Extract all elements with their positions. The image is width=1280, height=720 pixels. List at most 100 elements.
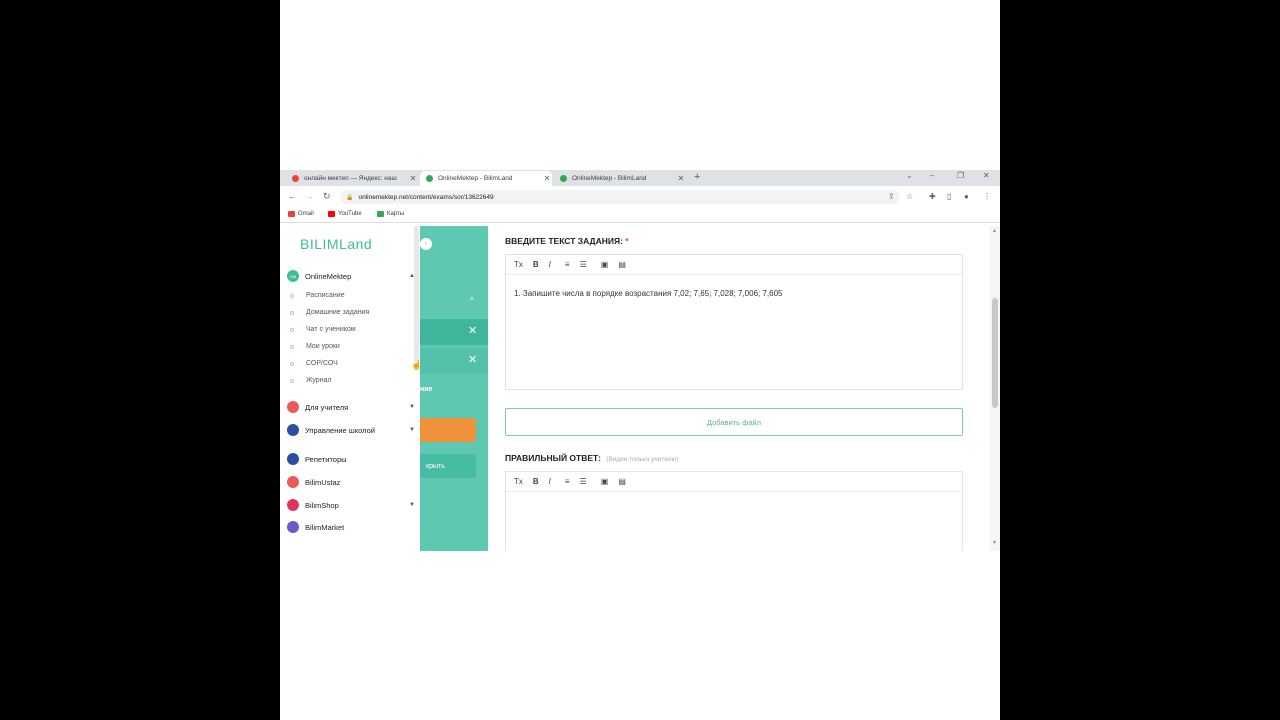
minimize-icon[interactable]: –	[930, 171, 934, 180]
bold-icon[interactable]: B	[533, 477, 539, 486]
restore-icon[interactable]: ❐	[957, 171, 964, 180]
nav-item-label: Чат с учеником	[306, 326, 356, 333]
media-icon[interactable]: ▤	[618, 477, 626, 486]
share-icon[interactable]: ⇪	[888, 192, 895, 201]
add-file-button[interactable]: Добавить файл	[505, 408, 963, 436]
collapse-sidebar-button[interactable]: ‹	[420, 238, 432, 250]
nav-item-label: Домашние задания	[306, 309, 370, 316]
clear-format-icon[interactable]: Tx	[514, 260, 523, 269]
bookmark-star-icon[interactable]: ☆	[906, 192, 913, 201]
close-window-icon[interactable]: ✕	[983, 171, 990, 180]
close-tab-icon[interactable]: ✕	[542, 174, 552, 183]
bullet-icon	[290, 344, 294, 349]
nav-group-label: BilimShop	[305, 500, 339, 510]
tab-title: OnlineMektep - BilimLand	[572, 175, 647, 182]
task-text[interactable]: 1. Запишите числа в порядке возрастания …	[506, 275, 962, 312]
video-frame: онлайн мектеп — Яндекс: наш ✕ OnlineMekt…	[280, 0, 1000, 720]
bilimustaz-icon	[287, 476, 299, 488]
nav-group-tutors[interactable]: Репетиторы	[287, 453, 415, 465]
tab-yandex[interactable]: онлайн мектеп — Яндекс: наш ✕	[286, 171, 418, 186]
task-label-text: ВВЕДИТЕ ТЕКСТ ЗАДАНИЯ:	[505, 236, 623, 246]
browser-toolbar: ← → ↻ 🔒 onlinemektep.net/content/exams/s…	[280, 186, 1000, 208]
tab-onlinemektep[interactable]: OnlineMektep - BilimLand ✕	[554, 171, 686, 186]
close-tab-icon[interactable]: ✕	[408, 174, 418, 183]
bullet-icon	[290, 327, 294, 332]
menu-icon[interactable]: ⋮	[983, 192, 991, 201]
close-icon[interactable]: ✕	[468, 324, 477, 337]
bookmark-youtube[interactable]: YouTube	[328, 211, 362, 217]
nav-item-lessons[interactable]: Мои уроки	[290, 343, 340, 350]
open-button[interactable]: крыть	[420, 454, 476, 478]
bookmark-maps[interactable]: Карты	[377, 211, 404, 217]
page-scrollbar[interactable]: ▲ ▼	[990, 226, 1000, 551]
bookmark-label: Gmail	[298, 211, 314, 217]
reload-icon[interactable]: ↻	[323, 191, 331, 202]
task-label: ВВЕДИТЕ ТЕКСТ ЗАДАНИЯ: *	[505, 236, 629, 246]
answer-label-text: ПРАВИЛЬНЫЙ ОТВЕТ:	[505, 453, 601, 463]
nav-group-bilimustaz[interactable]: BilimUstaz	[287, 476, 415, 488]
sidepanel-icon[interactable]: ▯	[947, 192, 951, 201]
task-editor[interactable]: Tx B I ≡ ☰ ▣ ▤ 1. Запишите числа в поряд…	[505, 254, 963, 390]
extensions-icon[interactable]: ✚	[929, 192, 936, 201]
chevron-down-icon: ▼	[409, 404, 415, 410]
chevron-up-icon[interactable]: ^	[470, 296, 474, 305]
gmail-icon	[288, 211, 295, 217]
nav-group-for-teacher[interactable]: Для учителя ▼	[287, 401, 415, 413]
sidebar: BILIMLand OM OnlineMektep ▲ Расписание Д…	[280, 226, 420, 551]
scroll-up-icon[interactable]: ▲	[992, 228, 997, 234]
answer-label: ПРАВИЛЬНЫЙ ОТВЕТ: (Виден только учителю)	[505, 453, 679, 463]
onlinemektep-icon: OM	[287, 270, 299, 282]
sidebar-scrollbar[interactable]	[414, 226, 419, 366]
youtube-icon	[328, 211, 335, 217]
scroll-thumb[interactable]	[992, 298, 998, 408]
italic-icon[interactable]: I	[549, 477, 551, 486]
bookmark-label: YouTube	[338, 211, 362, 217]
bilimland-favicon-icon	[426, 175, 433, 182]
bullet-list-icon[interactable]: ☰	[580, 477, 587, 486]
nav-item-chat[interactable]: Чат с учеником	[290, 326, 356, 333]
nav-group-label: Репетиторы	[305, 454, 347, 464]
nav-group-label: OnlineMektep	[305, 271, 352, 281]
bookmarks-bar: Gmail YouTube Карты	[280, 208, 1000, 223]
scroll-down-icon[interactable]: ▼	[992, 540, 997, 546]
bullet-list-icon[interactable]: ☰	[580, 260, 587, 269]
bilimland-logo[interactable]: BILIMLand	[300, 236, 372, 252]
image-icon[interactable]: ▣	[601, 477, 609, 486]
close-tab-icon[interactable]: ✕	[676, 174, 686, 183]
media-icon[interactable]: ▤	[618, 260, 626, 269]
nav-item-homework[interactable]: Домашние задания	[290, 309, 369, 316]
nav-group-school-management[interactable]: Управление школой ▼	[287, 424, 415, 436]
browser-window: онлайн мектеп — Яндекс: наш ✕ OnlineMekt…	[280, 170, 1000, 551]
bullet-icon	[290, 293, 294, 298]
nav-group-label: Управление школой	[305, 425, 375, 435]
nav-item-schedule[interactable]: Расписание	[290, 292, 345, 299]
tab-search-icon[interactable]: ⌄	[906, 171, 913, 180]
image-icon[interactable]: ▣	[601, 260, 609, 269]
nav-group-label: Для учителя	[305, 402, 349, 412]
nav-item-sor-soch[interactable]: СОР/СОЧ	[290, 360, 338, 367]
profile-icon[interactable]: ●	[964, 192, 969, 201]
nav-group-bilimshop[interactable]: BilimShop ▼	[287, 499, 415, 511]
nav-item-journal[interactable]: Журнал	[290, 377, 332, 384]
close-icon[interactable]: ✕	[468, 353, 477, 366]
italic-icon[interactable]: I	[549, 260, 551, 269]
new-tab-icon[interactable]: +	[694, 171, 700, 183]
nav-group-onlinemektep[interactable]: OM OnlineMektep ▲	[287, 270, 415, 282]
tab-strip: онлайн мектеп — Яндекс: наш ✕ OnlineMekt…	[280, 170, 1000, 186]
forward-icon[interactable]: →	[305, 191, 314, 201]
numbered-list-icon[interactable]: ≡	[565, 477, 570, 486]
orange-button[interactable]	[420, 418, 476, 442]
tab-onlinemektep-active[interactable]: OnlineMektep - BilimLand ✕	[420, 171, 552, 186]
numbered-list-icon[interactable]: ≡	[565, 260, 570, 269]
bullet-icon	[290, 378, 294, 383]
back-icon[interactable]: ←	[288, 191, 297, 201]
editor-toolbar: Tx B I ≡ ☰ ▣ ▤	[506, 472, 962, 492]
clear-format-icon[interactable]: Tx	[514, 477, 523, 486]
nav-group-bilimmarket[interactable]: BilimMarket	[287, 521, 415, 533]
bookmark-gmail[interactable]: Gmail	[288, 211, 314, 217]
school-management-icon	[287, 424, 299, 436]
maps-icon	[377, 211, 384, 217]
answer-editor[interactable]: Tx B I ≡ ☰ ▣ ▤	[505, 471, 963, 551]
address-bar[interactable]: 🔒 onlinemektep.net/content/exams/sor/136…	[340, 190, 900, 204]
bold-icon[interactable]: B	[533, 260, 539, 269]
